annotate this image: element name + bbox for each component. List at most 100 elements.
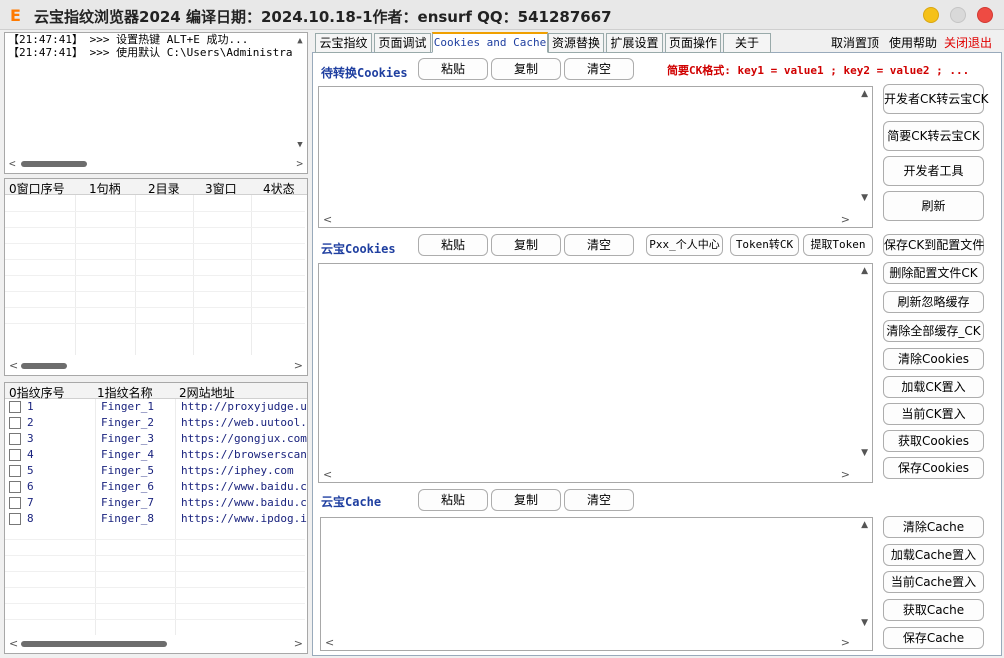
clear-button[interactable]: 清空 (564, 58, 634, 80)
column-header[interactable]: 4状态 (263, 180, 295, 197)
help-link[interactable]: 使用帮助 (889, 34, 937, 51)
close-window-button[interactable] (977, 7, 993, 23)
table-row[interactable]: 5 Finger_5 https://iphey.com (5, 463, 305, 479)
clear-all-cache-ck-button[interactable]: 清除全部缓存_CK (883, 320, 984, 342)
table-row[interactable]: 7 Finger_7 https://www.baidu.com/ (5, 495, 307, 511)
scroll-up-icon[interactable]: ▲ (861, 520, 868, 530)
row-checkbox[interactable] (9, 433, 21, 445)
scroll-thumb[interactable] (21, 161, 87, 167)
row-checkbox[interactable] (9, 513, 21, 525)
log-hscrollbar[interactable]: < > (7, 157, 305, 171)
row-checkbox[interactable] (9, 449, 21, 461)
current-ck-inject-button[interactable]: 当前CK置入 (883, 403, 984, 425)
simple-ck-to-yunbao-button[interactable]: 简要CK转云宝CK (883, 121, 984, 151)
refresh-ignore-cache-button[interactable]: 刷新忽略缓存 (883, 291, 984, 313)
row-checkbox[interactable] (9, 497, 21, 509)
extract-token-button[interactable]: 提取Token (803, 234, 873, 256)
save-cookies-button[interactable]: 保存Cookies (883, 457, 984, 479)
scroll-right-icon[interactable]: > (294, 359, 303, 372)
paste-button[interactable]: 粘贴 (418, 58, 488, 80)
scroll-thumb[interactable] (21, 363, 67, 369)
table-row[interactable]: 8 Finger_8 https://www.ipdog.io/s (5, 511, 307, 527)
exit-link[interactable]: 关闭退出 (944, 34, 992, 51)
clear-button[interactable]: 清空 (564, 234, 634, 256)
minimize-button[interactable] (923, 7, 939, 23)
tab-yunbao-finger[interactable]: 云宝指纹 (315, 33, 372, 53)
save-cache-button[interactable]: 保存Cache (883, 627, 984, 649)
window-table[interactable]: 0窗口序号 1句柄 2目录 3窗口 4状态 < > (4, 178, 308, 376)
tab-about[interactable]: 关于 (723, 33, 771, 53)
scroll-up-icon[interactable]: ▲ (861, 89, 868, 99)
log-panel[interactable]: 【21:47:41】 >>> 设置热键 ALT+E 成功... 【21:47:4… (4, 32, 308, 174)
yunbao-cookies-textarea[interactable]: ▲ ▼ < > (318, 263, 873, 483)
scroll-left-icon[interactable]: < (323, 213, 332, 226)
scroll-thumb[interactable] (21, 641, 167, 647)
dev-tools-button[interactable]: 开发者工具 (883, 156, 984, 186)
finger-table-hscrollbar[interactable]: < > (7, 637, 305, 651)
load-cache-inject-button[interactable]: 加载Cache置入 (883, 544, 984, 566)
row-checkbox[interactable] (9, 481, 21, 493)
row-index: 4 (27, 448, 34, 461)
clear-button[interactable]: 清空 (564, 489, 634, 511)
scroll-right-icon[interactable]: > (841, 636, 850, 649)
copy-button[interactable]: 复制 (491, 489, 561, 511)
tab-cookies-and-cache[interactable]: Cookies and Cache (432, 32, 548, 53)
maximize-button[interactable] (950, 7, 966, 23)
paste-button[interactable]: 粘贴 (418, 234, 488, 256)
delete-config-ck-button[interactable]: 删除配置文件CK (883, 262, 984, 284)
current-cache-inject-button[interactable]: 当前Cache置入 (883, 571, 984, 593)
load-ck-inject-button[interactable]: 加载CK置入 (883, 376, 984, 398)
table-row[interactable]: 6 Finger_6 https://www.baidu.com/ (5, 479, 307, 495)
refresh-button[interactable]: 刷新 (883, 191, 984, 221)
table-row[interactable]: 4 Finger_4 https://browserscan.ne (5, 447, 307, 463)
row-checkbox[interactable] (9, 417, 21, 429)
scroll-down-icon[interactable]: ▼ (861, 448, 868, 458)
paste-button[interactable]: 粘贴 (418, 489, 488, 511)
yunbao-cache-textarea[interactable]: ▲ ▼ < > (320, 517, 873, 651)
get-cache-button[interactable]: 获取Cache (883, 599, 984, 621)
pxx-personal-center-button[interactable]: Pxx_个人中心 (646, 234, 723, 256)
clear-cookies-button[interactable]: 清除Cookies (883, 348, 984, 370)
save-ck-to-config-button[interactable]: 保存CK到配置文件 (883, 234, 984, 256)
scroll-right-icon[interactable]: > (296, 157, 303, 170)
row-checkbox[interactable] (9, 401, 21, 413)
tab-page-debug[interactable]: 页面调试 (374, 33, 431, 53)
window-table-hscrollbar[interactable]: < > (7, 359, 305, 373)
get-cookies-button[interactable]: 获取Cookies (883, 430, 984, 452)
scroll-down-icon[interactable]: ▼ (861, 618, 868, 628)
scroll-right-icon[interactable]: > (841, 213, 850, 226)
scroll-left-icon[interactable]: < (9, 637, 18, 650)
scroll-up-icon[interactable]: ▲ (861, 266, 868, 276)
dev-ck-to-yunbao-button[interactable]: 开发者CK转云宝CK (883, 84, 989, 114)
scroll-up-icon[interactable]: ▲ (295, 35, 305, 48)
scroll-left-icon[interactable]: < (323, 468, 332, 481)
row-index: 8 (27, 512, 34, 525)
unpin-top-link[interactable]: 取消置顶 (831, 34, 879, 51)
scroll-down-icon[interactable]: ▼ (861, 193, 868, 203)
scroll-right-icon[interactable]: > (841, 468, 850, 481)
tab-extension-settings[interactable]: 扩展设置 (606, 33, 663, 53)
clear-cache-button[interactable]: 清除Cache (883, 516, 984, 538)
column-header[interactable]: 3窗口 (205, 180, 237, 197)
copy-button[interactable]: 复制 (491, 58, 561, 80)
copy-button[interactable]: 复制 (491, 234, 561, 256)
row-url: http://proxyjudge.us (181, 400, 307, 413)
scroll-left-icon[interactable]: < (325, 636, 334, 649)
tab-page-operations[interactable]: 页面操作 (665, 33, 721, 53)
column-header[interactable]: 0窗口序号 (9, 180, 65, 197)
scroll-right-icon[interactable]: > (294, 637, 303, 650)
finger-table[interactable]: 0指纹序号 1指纹名称 2网站地址 1 Finger_1 http://prox… (4, 382, 308, 654)
table-row[interactable]: 2 Finger_2 https://web.uutool.cn (5, 415, 307, 431)
pending-cookies-textarea[interactable]: ▲ ▼ < > (318, 86, 873, 228)
scroll-left-icon[interactable]: < (9, 157, 16, 170)
table-row[interactable]: 1 Finger_1 http://proxyjudge.us (5, 399, 307, 415)
column-header[interactable]: 1句柄 (89, 180, 121, 197)
token-to-ck-button[interactable]: Token转CK (730, 234, 799, 256)
scroll-left-icon[interactable]: < (9, 359, 18, 372)
column-header[interactable]: 2目录 (148, 180, 180, 197)
scroll-down-icon[interactable]: ▼ (295, 139, 305, 152)
grid-line (5, 323, 305, 324)
row-checkbox[interactable] (9, 465, 21, 477)
table-row[interactable]: 3 Finger_3 https://gongjux.com/fi (5, 431, 307, 447)
tab-resource-replace[interactable]: 资源替换 (548, 33, 604, 53)
